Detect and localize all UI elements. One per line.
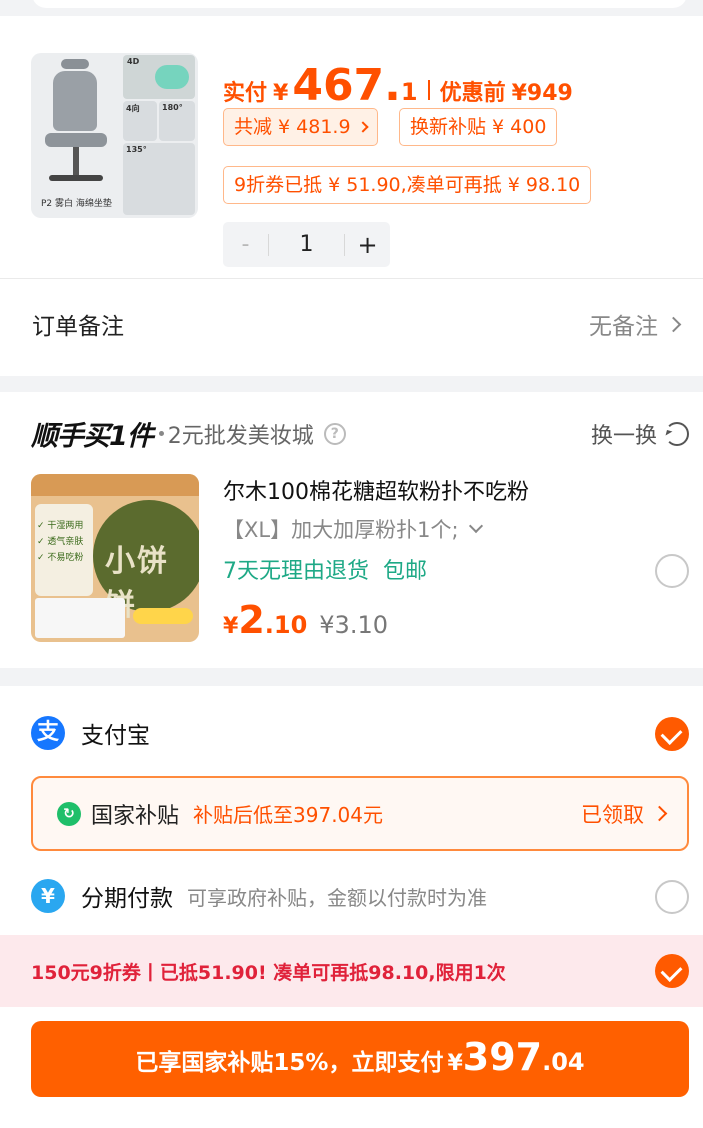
add-on-item-price: ¥ 2 .10 ¥3.10 xyxy=(223,598,388,642)
installment-radio[interactable] xyxy=(655,880,689,914)
feature-tile-4way: 4向 xyxy=(123,101,157,141)
subsidy-claimed: 已领取 xyxy=(581,799,668,829)
feature-tile-180: 180° xyxy=(159,101,195,141)
coupon-promo-bar[interactable]: 150元9折券丨已抵51.90! 凑单可再抵98.10,限用1次 xyxy=(0,935,703,1007)
alipay-icon: 支 xyxy=(31,716,65,750)
alipay-selected-radio[interactable] xyxy=(655,717,689,751)
total-discount-tag[interactable]: 共减 ¥ 481.9 xyxy=(223,108,378,146)
separator-dot xyxy=(158,431,164,436)
service-return: 7天无理由退货 xyxy=(223,559,369,584)
price-separator xyxy=(427,80,430,100)
pay-now-button[interactable]: 已享国家补贴15%，立即支付 ¥ 397 .04 xyxy=(31,1021,689,1097)
subsidy-claimed-text: 已领取 xyxy=(581,802,644,827)
chevron-right-icon xyxy=(651,805,668,822)
switch-item-label: 换一换 xyxy=(590,424,657,449)
price-decimal: .10 xyxy=(264,611,308,639)
price-integer: 2 xyxy=(238,598,265,642)
pay-button-amount-integer: 397 xyxy=(462,1035,543,1079)
previous-card-edge xyxy=(0,0,703,16)
coupon-promo-text: 150元9折券丨已抵51.90! 凑单可再抵98.10,限用1次 xyxy=(31,961,506,984)
chair-pole xyxy=(73,147,79,175)
image-paper xyxy=(35,598,125,638)
spec-text: 【XL】加大加厚粉扑1个; xyxy=(223,518,459,542)
feature-tile-4d: 4D xyxy=(123,55,195,99)
subsidy-description: 补贴后低至397.04元 xyxy=(193,803,383,827)
refresh-icon xyxy=(665,422,689,446)
subsidy-icon: ↻ xyxy=(57,801,81,826)
image-check-3: ✓ 不易吃粉 xyxy=(37,553,84,563)
order-remark-value: 无备注 xyxy=(589,307,682,341)
service-free-shipping: 包邮 xyxy=(383,559,428,584)
order-remark-label: 订单备注 xyxy=(32,314,124,340)
add-on-title: 顺手买1件 xyxy=(31,421,154,452)
installment-row[interactable]: ¥ 分期付款 可享政府补贴，金额以付款时为准 xyxy=(31,879,487,913)
coupon-info-tag: 9折券已抵 ¥ 51.90,凑单可再抵 ¥ 98.10 xyxy=(223,166,592,204)
national-subsidy-box[interactable]: ↻ 国家补贴 补贴后低至397.04元 已领取 xyxy=(31,776,689,851)
paid-price-decimal: 1 xyxy=(400,78,418,106)
installment-icon: ¥ xyxy=(31,879,65,913)
price-line: 实付 ¥ 467. 1 优惠前 ¥949 xyxy=(223,60,573,111)
alipay-label: 支付宝 xyxy=(81,723,150,749)
add-on-item-image[interactable]: ✓ 干湿两用 ✓ 透气亲肤 ✓ 不易吃粉 小饼饼 xyxy=(31,474,199,642)
image-feature-checks: ✓ 干湿两用 ✓ 透气亲肤 ✓ 不易吃粉 xyxy=(37,518,83,566)
quantity-stepper: - 1 + xyxy=(223,222,390,267)
image-top-band xyxy=(31,474,199,496)
order-remark-row[interactable]: 订单备注 无备注 xyxy=(0,279,703,369)
add-on-item-name[interactable]: 尔木100棉花糖超软粉扑不吃粉 xyxy=(223,474,529,506)
chair-base xyxy=(49,175,103,181)
chair-headrest xyxy=(61,59,89,69)
product-image[interactable]: 4D 4向 180° 135° P2 雾白 海绵坐垫 xyxy=(31,53,198,218)
chevron-right-icon xyxy=(665,316,682,332)
decrease-button[interactable]: - xyxy=(223,232,268,257)
paid-label: 实付 xyxy=(223,81,268,106)
pay-button-amount-decimal: .04 xyxy=(542,1048,585,1076)
trade-in-subsidy-tag: 换新补贴 ¥ 400 xyxy=(399,108,558,146)
order-remark-text: 无备注 xyxy=(589,314,658,340)
pay-button-currency: ¥ xyxy=(447,1051,463,1076)
subsidy-name: 国家补贴 xyxy=(91,803,180,829)
installment-label: 分期付款 xyxy=(81,886,173,912)
add-on-subtitle: 2元批发美妆城 xyxy=(167,423,314,449)
chevron-down-icon xyxy=(468,518,483,534)
help-icon[interactable]: ? xyxy=(323,422,346,445)
payment-card: 支 支付宝 ↻ 国家补贴 补贴后低至397.04元 已领取 ¥ 分期付款 可享政… xyxy=(0,686,703,1128)
original-price: ¥3.10 xyxy=(319,611,388,639)
coupon-selected-radio[interactable] xyxy=(655,954,689,988)
paid-currency: ¥ xyxy=(273,81,289,106)
total-discount-text: 共减 ¥ 481.9 xyxy=(234,116,351,138)
image-check-2: ✓ 透气亲肤 xyxy=(37,537,84,547)
switch-item-button[interactable]: 换一换 xyxy=(591,418,689,450)
chair-seat xyxy=(45,133,107,147)
product-card: 4D 4向 180° 135° P2 雾白 海绵坐垫 实付 ¥ 467. 1 优… xyxy=(0,16,703,376)
currency-symbol: ¥ xyxy=(223,614,239,639)
add-on-card: 顺手买1件 2元批发美妆城 ? 换一换 ✓ 干湿两用 ✓ 透气亲肤 ✓ 不易吃粉… xyxy=(0,392,703,668)
product-image-caption: P2 雾白 海绵坐垫 xyxy=(41,199,112,209)
original-price: ¥949 xyxy=(511,81,573,106)
add-on-item-spec[interactable]: 【XL】加大加厚粉扑1个; xyxy=(223,514,483,544)
add-on-header: 顺手买1件 2元批发美妆城 ? xyxy=(31,414,346,453)
image-check-1: ✓ 干湿两用 xyxy=(37,521,84,531)
original-price-label: 优惠前 xyxy=(439,81,506,106)
paid-price-integer: 467. xyxy=(292,60,401,111)
image-ribbon xyxy=(133,608,193,624)
quantity-value[interactable]: 1 xyxy=(269,232,344,257)
pay-button-text: 已享国家补贴15%，立即支付 xyxy=(135,1050,444,1076)
alipay-row[interactable]: 支 支付宝 xyxy=(31,716,150,750)
chevron-right-icon xyxy=(356,121,369,133)
chair-back xyxy=(53,71,97,131)
installment-description: 可享政府补贴，金额以付款时为准 xyxy=(187,885,487,910)
feature-tile-135: 135° xyxy=(123,143,195,215)
service-tags: 7天无理由退货 包邮 xyxy=(223,553,427,585)
increase-button[interactable]: + xyxy=(345,231,390,259)
add-on-select-radio[interactable] xyxy=(655,554,689,588)
